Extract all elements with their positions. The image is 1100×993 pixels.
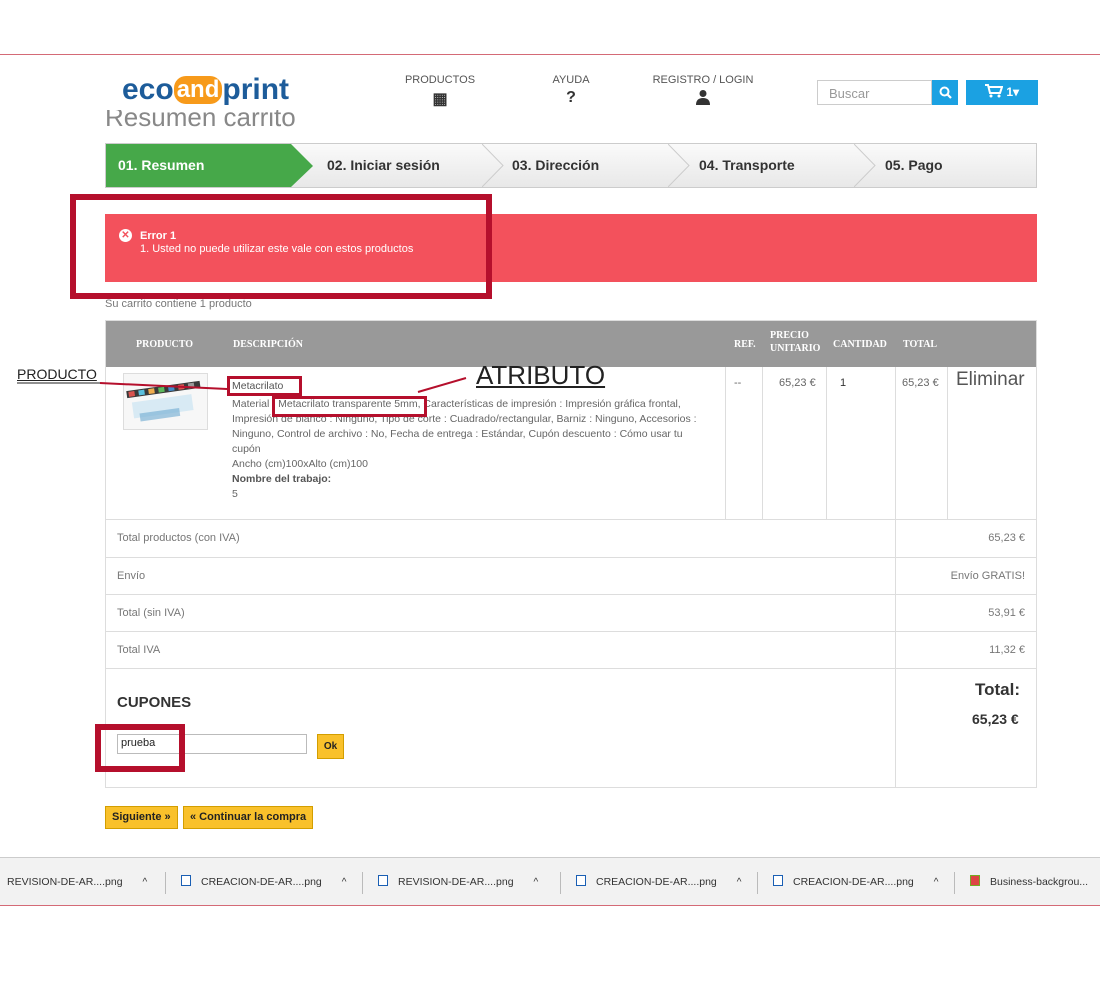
download-item[interactable]: REVISION-DE-AR....png ^ — [378, 858, 538, 906]
download-item[interactable]: CREACION-DE-AR....png ^ — [576, 858, 741, 906]
download-separator — [362, 872, 363, 894]
annotation-lines — [17, 377, 467, 393]
file-icon — [181, 875, 191, 886]
download-separator — [165, 872, 166, 894]
annotation-producto: PRODUCTO — [17, 366, 97, 382]
annotation-atributo: ATRIBUTO — [476, 360, 606, 390]
file-icon — [773, 875, 783, 886]
file-icon — [378, 875, 388, 886]
chevron-up-icon[interactable]: ^ — [342, 877, 347, 888]
download-separator — [757, 872, 758, 894]
download-filename: CREACION-DE-AR....png — [793, 876, 914, 888]
download-filename: Business-backgrou... — [990, 876, 1089, 888]
chevron-up-icon[interactable]: ^ — [534, 877, 539, 888]
download-separator — [954, 872, 955, 894]
download-filename: CREACION-DE-AR....png — [596, 876, 717, 888]
download-bar: REVISION-DE-AR....png ^ CREACION-DE-AR...… — [0, 857, 1100, 905]
download-filename: REVISION-DE-AR....png — [7, 876, 123, 888]
archive-icon — [970, 875, 980, 886]
chevron-up-icon[interactable]: ^ — [737, 877, 742, 888]
download-item[interactable]: CREACION-DE-AR....png ^ — [773, 858, 938, 906]
download-separator — [560, 872, 561, 894]
download-item[interactable]: CREACION-DE-AR....png ^ — [181, 858, 346, 906]
download-item[interactable]: REVISION-DE-AR....png ^ — [7, 858, 147, 906]
download-filename: CREACION-DE-AR....png — [201, 876, 322, 888]
download-filename: REVISION-DE-AR....png — [398, 876, 514, 888]
window-bottom-border — [0, 905, 1100, 906]
chevron-up-icon[interactable]: ^ — [143, 877, 148, 888]
download-item[interactable]: Business-backgrou... — [970, 858, 1088, 906]
chevron-up-icon[interactable]: ^ — [934, 877, 939, 888]
file-icon — [576, 875, 586, 886]
